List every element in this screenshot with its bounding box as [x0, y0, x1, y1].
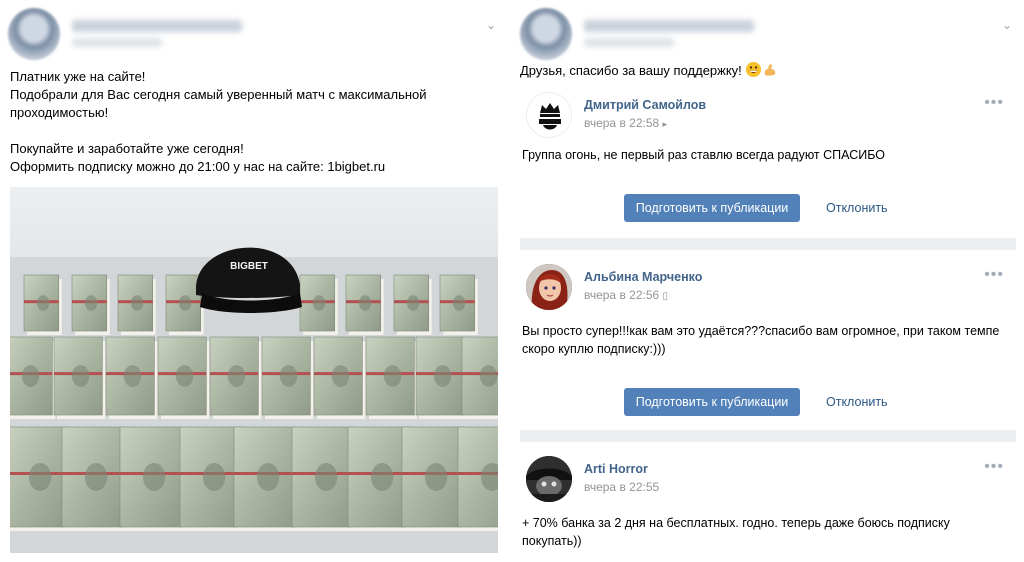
dark-photo-avatar-icon[interactable] [526, 456, 572, 502]
post-header: ⌄ [520, 8, 1024, 60]
prepare-publish-button[interactable]: Подготовить к публикации [624, 388, 800, 416]
divider [520, 238, 1016, 250]
chevron-down-icon[interactable]: ⌄ [1000, 18, 1014, 32]
money-stack [105, 336, 158, 419]
comment-author[interactable]: Дмитрий Самойлов [584, 98, 706, 112]
comment-time: вчера в 22:58 ▸ [584, 116, 667, 130]
blurred-post-date [584, 38, 674, 47]
prepare-publish-button[interactable]: Подготовить к публикации [624, 194, 800, 222]
post-line: Подобрали для Вас сегодня самый уверенны… [10, 87, 427, 102]
money-stack [53, 336, 106, 419]
money-stack [401, 426, 467, 531]
blurred-post-date [72, 38, 162, 47]
reject-button[interactable]: Отклонить [826, 194, 888, 222]
right-post: ⌄ Друзья, спасибо за вашу поддержку! Дми… [512, 0, 1024, 562]
money-stack [461, 336, 498, 419]
mobile-icon: ▸ [662, 119, 668, 129]
comment-text: + 70% банка за 2 дня на бесплатных. годн… [522, 514, 1002, 550]
post-line: Оформить подписку можно до 21:00 у нас н… [10, 159, 386, 174]
thanks-text: Друзья, спасибо за вашу поддержку! [520, 63, 742, 78]
blurred-author-name[interactable] [72, 20, 242, 32]
comment-author[interactable]: Альбина Марченко [584, 270, 702, 284]
comment-item: Arti Horror вчера в 22:55 ••• + 70% банк… [520, 456, 1008, 562]
money-stack [233, 426, 299, 531]
post-line: Покупайте и заработайте уже сегодня! [10, 141, 244, 156]
more-options-icon[interactable]: ••• [984, 266, 1004, 284]
money-stack [415, 336, 468, 419]
money-stack [393, 274, 432, 335]
more-options-icon[interactable]: ••• [984, 458, 1004, 476]
post-header: ⌄ [8, 8, 508, 60]
barbershop-crown-logo-icon[interactable] [526, 92, 572, 138]
money-stack [10, 336, 56, 419]
money-stack [439, 274, 478, 335]
blurred-avatar[interactable] [8, 8, 60, 60]
money-stack [209, 336, 262, 419]
comment-line: покупать)) [522, 534, 582, 548]
money-stack [71, 274, 110, 335]
money-stack [23, 274, 62, 335]
chevron-down-icon[interactable]: ⌄ [484, 18, 498, 32]
comment-item: Альбина Марченко вчера в 22:56 ▯ ••• Вы … [520, 264, 1008, 424]
comment-text: Группа огонь, не первый раз ставлю всегд… [522, 146, 1002, 164]
post-photo[interactable]: BIGBET [10, 187, 498, 553]
comment-line: Группа огонь, не первый раз ставлю всегд… [522, 148, 886, 162]
flexed-biceps-icon [763, 63, 777, 77]
money-stack [345, 274, 384, 335]
post-text: Платник уже на сайте! Подобрали для Вас … [10, 68, 490, 176]
money-stack [299, 274, 338, 335]
cartoon-girl-avatar-icon[interactable] [526, 264, 572, 310]
comment-time-text: вчера в 22:56 [584, 288, 660, 302]
comment-line: Вы просто супер!!!как вам это удаётся???… [522, 324, 1000, 338]
comment-time: вчера в 22:55 [584, 480, 659, 494]
comment-line: + 70% банка за 2 дня на бесплатных. годн… [522, 516, 950, 530]
money-stack [157, 336, 210, 419]
post-line: Платник уже на сайте! [10, 69, 146, 84]
money-stack [117, 274, 156, 335]
blurred-author-name[interactable] [584, 20, 754, 32]
comment-time-text: вчера в 22:55 [584, 480, 660, 494]
money-stack [61, 426, 127, 531]
post-text: Друзья, спасибо за вашу поддержку! [520, 62, 777, 80]
money-stack [119, 426, 185, 531]
comment-author[interactable]: Arti Horror [584, 462, 648, 476]
comment-time-text: вчера в 22:58 [584, 116, 660, 130]
money-stacks-photo: BIGBET [10, 187, 498, 553]
money-stack [313, 336, 366, 419]
comment-text: Вы просто супер!!!как вам это удаётся???… [522, 322, 1002, 358]
money-stack [365, 336, 418, 419]
comment-time: вчера в 22:56 ▯ [584, 288, 668, 302]
left-post: ⌄ Платник уже на сайте! Подобрали для Ва… [0, 0, 508, 562]
blurred-avatar[interactable] [520, 8, 572, 60]
reject-button[interactable]: Отклонить [826, 388, 888, 416]
comment-item: Дмитрий Самойлов вчера в 22:58 ▸ ••• Гру… [520, 92, 1008, 232]
mobile-icon: ▯ [662, 291, 669, 302]
money-stack [261, 336, 314, 419]
comment-line: скоро куплю подписку:))) [522, 342, 666, 356]
cap-logo-text: BIGBET [230, 261, 268, 272]
money-stack [457, 426, 498, 531]
post-line: проходимостью! [10, 105, 109, 120]
more-options-icon[interactable]: ••• [984, 94, 1004, 112]
money-stack [291, 426, 357, 531]
divider [520, 430, 1016, 442]
grinning-face-icon [745, 62, 761, 77]
